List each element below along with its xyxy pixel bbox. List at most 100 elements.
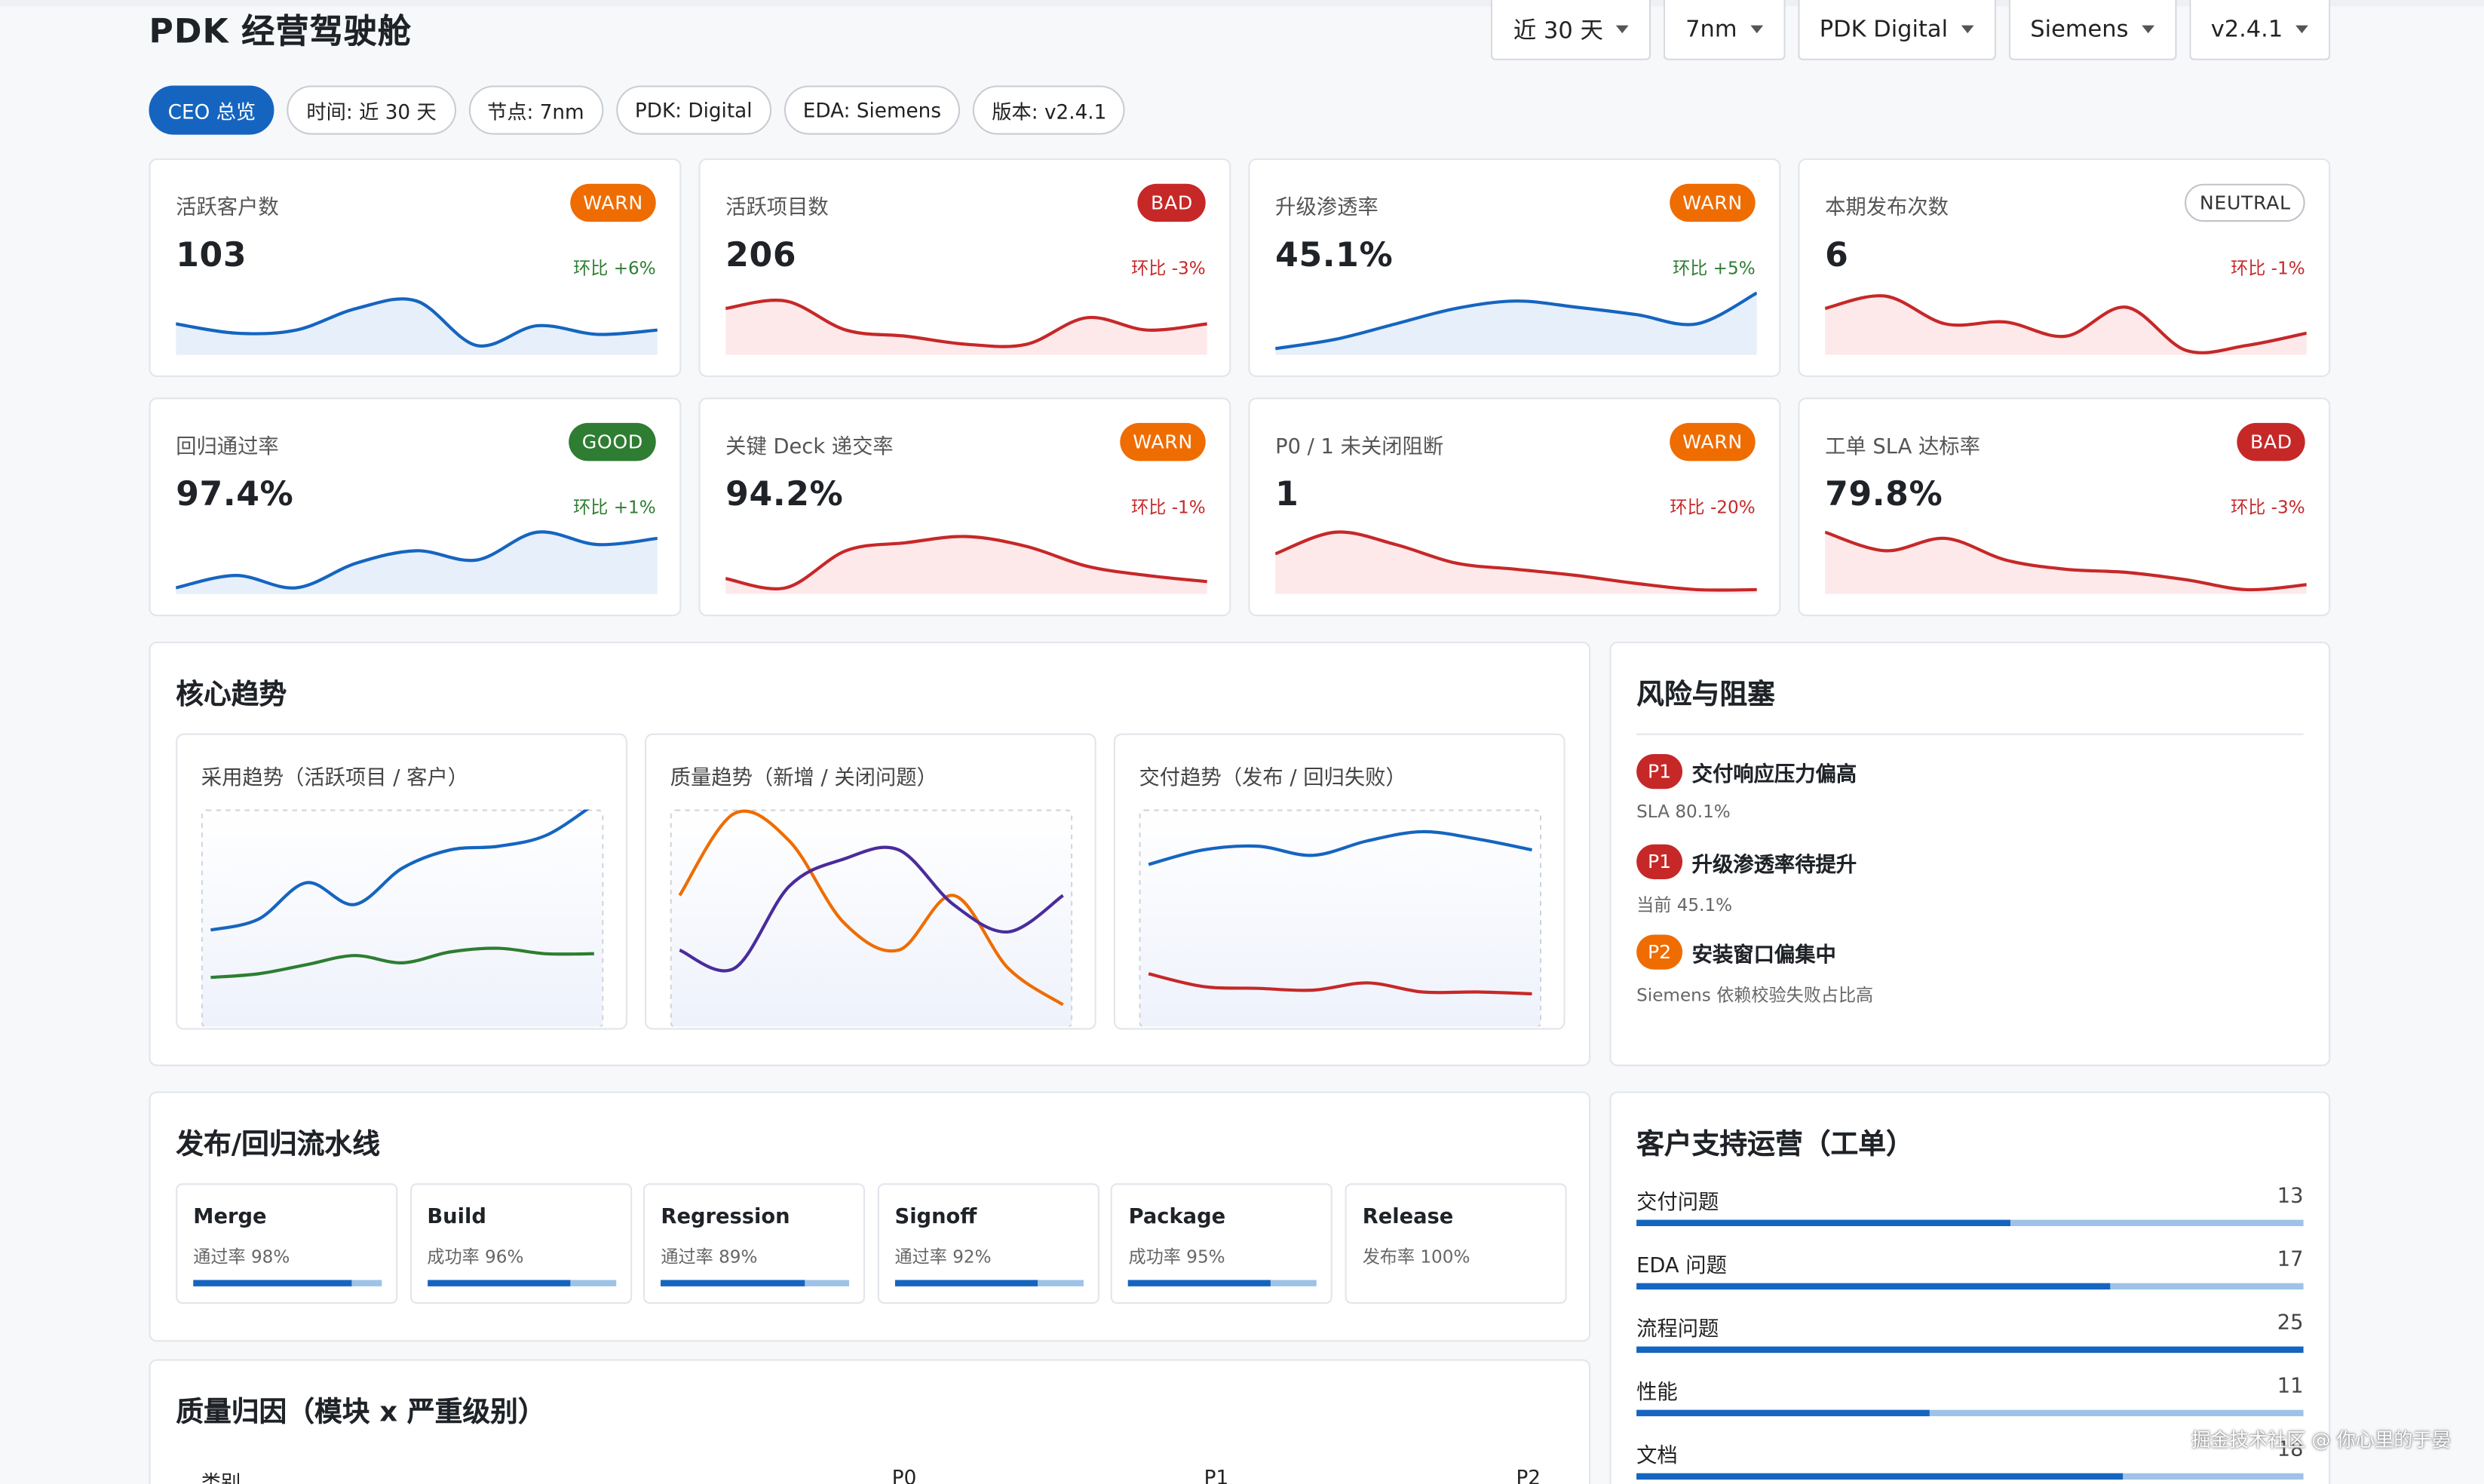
chip-version[interactable]: 版本: v2.4.1 [973,85,1126,135]
chevron-down-icon [1615,25,1629,34]
chip-pdk[interactable]: PDK: Digital [615,85,771,135]
filter-dropdowns: 近 30 天 7nm PDK Digital Siemens v2.4.1 [1491,0,2331,60]
kpi-card[interactable]: 关键 Deck 递交率 WARN 94.2% 环比 -1% [698,397,1231,617]
kpi-sparkline [1275,530,1757,594]
kpi-value: 45.1% [1275,236,1394,274]
stage-name: Release [1362,1205,1454,1230]
version-value: v2.4.1 [2210,17,2283,42]
kpi-sparkline [176,530,658,594]
stage-progress-fill [894,1280,1038,1286]
pipeline-stage[interactable]: Release 发布率 100% [1345,1183,1567,1304]
sparkline-area [176,299,658,355]
risk-title: 交付响应压力偏高 [1691,762,1857,787]
ticket-count: 13 [2277,1185,2304,1209]
kpi-status-badge: BAD [2237,422,2305,461]
kpi-status-badge: BAD [1138,183,1206,222]
pipeline-stage[interactable]: Signoff 通过率 92% [877,1183,1099,1304]
pipeline-title: 发布/回归流水线 [176,1129,380,1161]
pipeline-stage[interactable]: Regression 通过率 89% [643,1183,866,1304]
risk-item[interactable]: P2 安装窗口偏集中 Siemens 依赖校验失败占比高 [1636,934,1873,1007]
table-header-p2: P2 [1516,1465,1541,1484]
time-range-value: 近 30 天 [1513,19,1603,44]
time-range-select[interactable]: 近 30 天 [1491,0,1651,60]
pipeline-stage[interactable]: Build 成功率 96% [409,1183,632,1304]
risk-item[interactable]: P1 升级渗透率待提升 当前 45.1% [1636,844,1857,918]
kpi-label: P0 / 1 未关闭阻断 [1275,435,1444,460]
ticket-category-label: 流程问题 [1636,1317,1719,1342]
kpi-label: 升级渗透率 [1275,196,1378,221]
kpi-value: 103 [176,236,247,274]
risk-item[interactable]: P1 交付响应压力偏高 SLA 80.1% [1636,753,1857,822]
kpi-sparkline [1275,291,1757,355]
kpi-delta: 环比 -1% [2231,258,2305,279]
kpi-label: 关键 Deck 递交率 [725,435,894,460]
kpi-delta: 环比 -3% [2231,497,2305,518]
version-select[interactable]: v2.4.1 [2188,0,2331,60]
chip-eda[interactable]: EDA: Siemens [784,85,961,135]
stage-name: Signoff [894,1205,977,1230]
kpi-value: 94.2% [725,475,844,514]
chip-ceo-overview[interactable]: CEO 总览 [149,85,275,135]
quality-trend-title: 质量趋势（新增 / 关闭问题） [670,766,937,791]
ticket-count: 11 [2277,1375,2304,1400]
risks-title: 风险与阻塞 [1636,679,1775,712]
adoption-trend-plot [201,809,604,1027]
pdk-value: PDK Digital [1819,17,1949,42]
kpi-card[interactable]: 活跃项目数 BAD 206 环比 -3% [698,158,1231,377]
filter-chips: CEO 总览 时间: 近 30 天 节点: 7nm PDK: Digital E… [149,85,1126,135]
stage-name: Regression [661,1205,790,1230]
table-header-p0: P0 [891,1465,917,1484]
node-value: 7nm [1685,17,1737,42]
risk-detail: 当前 45.1% [1636,894,1733,916]
pipeline-panel: 发布/回归流水线 Merge 通过率 98% Build 成功率 96% Regre… [149,1091,1591,1342]
quality-trend-chart: 质量趋势（新增 / 关闭问题） [645,733,1096,1030]
ticket-category-row[interactable]: EDA 问题 17 [1636,1248,2304,1290]
stage-progress-fill [193,1280,352,1286]
stage-rate: 通过率 92% [894,1246,992,1268]
node-select[interactable]: 7nm [1663,0,1785,60]
kpi-delta: 环比 -3% [1131,258,1206,279]
kpi-card[interactable]: 升级渗透率 WARN 45.1% 环比 +5% [1248,158,1781,377]
stage-progress-track [427,1280,616,1286]
eda-value: Siemens [2030,17,2129,42]
stage-progress-track [661,1280,850,1286]
chip-time[interactable]: 时间: 近 30 天 [287,85,455,135]
ticket-category-row[interactable]: 流程问题 25 [1636,1311,2304,1354]
kpi-value: 1 [1275,475,1299,514]
kpi-value: 79.8% [1825,475,1943,514]
kpi-card[interactable]: 工单 SLA 达标率 BAD 79.8% 环比 -3% [1798,397,2331,617]
kpi-label: 活跃客户数 [176,196,279,221]
chip-node[interactable]: 节点: 7nm [468,85,603,135]
stage-name: Package [1128,1205,1226,1230]
delivery-trend-plot [1139,809,1542,1027]
kpi-card[interactable]: 活跃客户数 WARN 103 环比 +6% [149,158,682,377]
stage-name: Build [427,1205,486,1230]
priority-badge: P1 [1636,844,1683,879]
ticket-count: 25 [2277,1311,2304,1335]
kpi-delta: 环比 +6% [573,258,656,279]
stage-rate: 成功率 95% [1128,1246,1225,1268]
kpi-status-badge: NEUTRAL [2185,183,2305,222]
pdk-select[interactable]: PDK Digital [1797,0,1996,60]
watermark: 掘金技术社区 @ 你心里的于晏 [2191,1428,2451,1452]
pipeline-stage[interactable]: Package 成功率 95% [1111,1183,1333,1304]
ticket-category-row[interactable]: 性能 11 [1636,1375,2304,1417]
kpi-card[interactable]: P0 / 1 未关闭阻断 WARN 1 环比 -20% [1248,397,1781,617]
kpi-value: 97.4% [176,475,294,514]
quality-trend-plot [670,809,1073,1027]
kpi-value: 206 [725,236,797,274]
kpi-label: 活跃项目数 [725,196,829,221]
ticket-category-label: EDA 问题 [1636,1254,1727,1279]
kpi-sparkline [1825,294,2307,355]
kpi-card[interactable]: 本期发布次数 NEUTRAL 6 环比 -1% [1798,158,2331,377]
stage-rate: 通过率 89% [661,1246,758,1268]
ticket-category-row[interactable]: 交付问题 13 [1636,1185,2304,1227]
pipeline-stage[interactable]: Merge 通过率 98% [176,1183,398,1304]
ticket-progress-fill [1636,1409,1930,1417]
chevron-down-icon [2295,25,2308,34]
kpi-label: 本期发布次数 [1825,196,1949,221]
ticket-progress-fill [1636,1283,2111,1290]
sparkline-area [1825,296,2307,355]
eda-select[interactable]: Siemens [2007,0,2176,60]
kpi-card[interactable]: 回归通过率 GOOD 97.4% 环比 +1% [149,397,682,617]
